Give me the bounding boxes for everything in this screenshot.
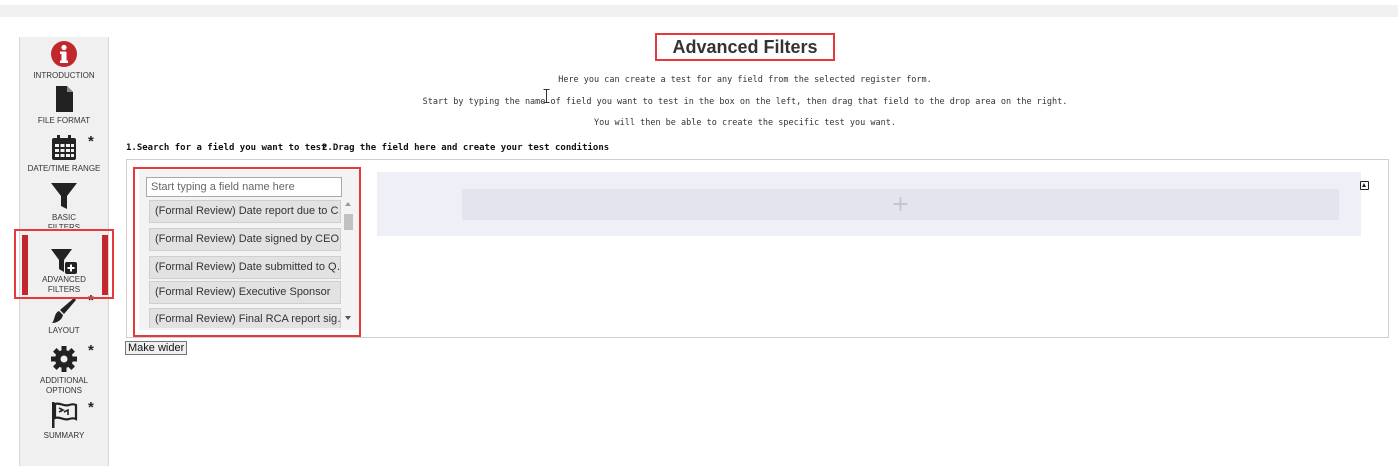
plus-icon: + xyxy=(891,192,910,217)
required-marker: * xyxy=(88,342,94,359)
active-indicator-right xyxy=(102,235,108,295)
header-bar xyxy=(0,5,1398,17)
step-2-label: 2.Drag the field here and create your te… xyxy=(322,143,610,153)
info-icon xyxy=(51,41,77,67)
gear-icon xyxy=(51,346,77,372)
sidebar-item-file-format[interactable]: FILE FORMAT xyxy=(20,85,108,130)
sidebar-item-basic-filters[interactable]: BASIC FILTERS xyxy=(20,175,108,228)
instruction-line-3: You will then be able to create the spec… xyxy=(594,118,896,128)
step-1-label: 1.Search for a field you want to test xyxy=(126,143,327,153)
required-marker: * xyxy=(88,399,94,416)
drop-area[interactable]: + xyxy=(377,172,1361,236)
required-marker: * xyxy=(88,133,94,150)
sidebar-item-label: FILE FORMAT xyxy=(37,116,91,125)
sidebar-item-label: ADDITIONAL OPTIONS xyxy=(40,376,89,395)
field-search-highlight xyxy=(133,167,361,337)
drop-target[interactable]: + xyxy=(462,189,1339,220)
sidebar-item-label: DATE/TIME RANGE xyxy=(27,164,101,173)
active-item-highlight xyxy=(14,229,114,299)
sidebar-item-summary[interactable]: * SUMMARY xyxy=(20,398,108,446)
page-title: Advanced Filters xyxy=(672,37,818,57)
make-wider-button[interactable]: Make wider xyxy=(125,341,188,355)
sidebar-item-label: BASIC FILTERS xyxy=(47,213,81,228)
flag-icon xyxy=(52,402,78,428)
calendar-icon xyxy=(52,135,76,160)
sidebar-item-layout[interactable]: * LAYOUT xyxy=(20,293,108,337)
sidebar-item-label: INTRODUCTION xyxy=(33,71,95,80)
instruction-line-2: Start by typing the name of field you wa… xyxy=(422,97,1068,107)
active-indicator-left xyxy=(22,235,28,295)
collapse-icon[interactable] xyxy=(1360,181,1369,190)
instruction-line-1: Here you can create a test for any field… xyxy=(558,75,932,85)
sidebar-item-label: LAYOUT xyxy=(48,326,80,335)
file-icon xyxy=(56,86,73,112)
sidebar-item-label: SUMMARY xyxy=(43,431,85,440)
sidebar-item-additional-options[interactable]: * ADDITIONAL OPTIONS xyxy=(20,342,108,397)
sidebar-item-date-time-range[interactable]: * DATE/TIME RANGE xyxy=(20,130,108,175)
brush-icon xyxy=(52,298,76,323)
filter-icon xyxy=(51,183,77,209)
text-cursor-icon xyxy=(543,89,550,103)
sidebar-item-introduction[interactable]: INTRODUCTION xyxy=(20,37,108,85)
